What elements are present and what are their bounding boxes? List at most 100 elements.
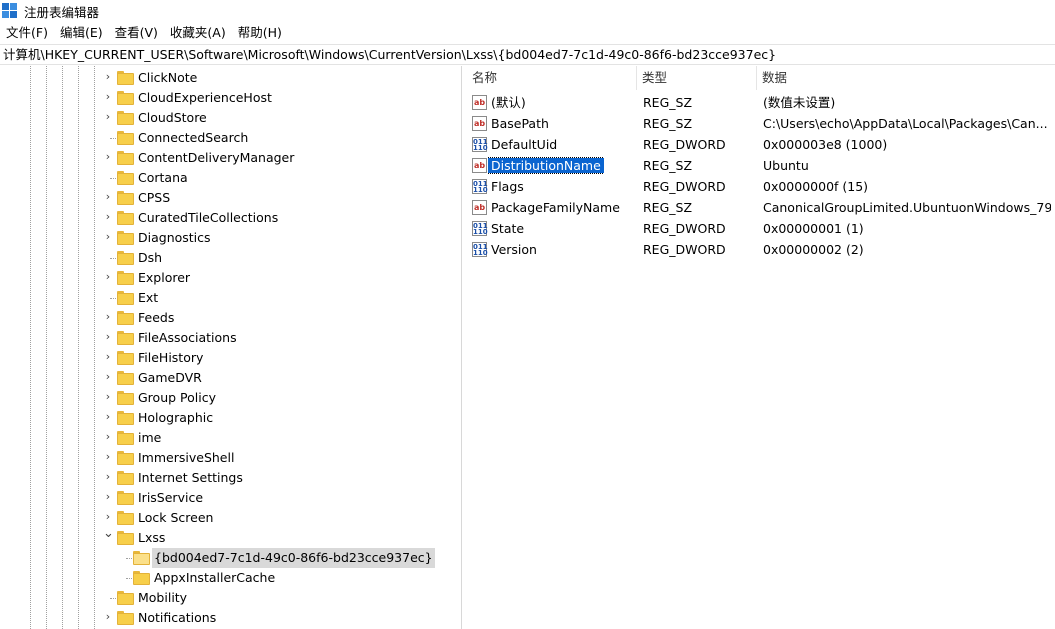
tree-item-label[interactable]: IrisService xyxy=(136,488,205,508)
tree-item-label[interactable]: Dsh xyxy=(136,248,164,268)
column-header-name[interactable]: 名称 xyxy=(466,66,497,90)
tree-item[interactable]: › FileAssociations xyxy=(0,328,460,348)
tree-item-label[interactable]: FileAssociations xyxy=(136,328,239,348)
chevron-right-icon[interactable]: › xyxy=(103,491,113,502)
tree-item[interactable]: › Lock Screen xyxy=(0,508,460,528)
chevron-right-icon[interactable]: › xyxy=(103,471,113,482)
tree-item[interactable]: › ClickNote xyxy=(0,68,460,88)
tree-item-label[interactable]: Group Policy xyxy=(136,388,218,408)
menu-favorites[interactable]: 收藏夹(A) xyxy=(164,23,232,43)
tree-item[interactable]: › CuratedTileCollections xyxy=(0,208,460,228)
tree-item-label[interactable]: Ext xyxy=(136,288,160,308)
tree-item-label[interactable]: GameDVR xyxy=(136,368,204,388)
tree-item-label[interactable]: Diagnostics xyxy=(136,228,213,248)
value-row[interactable]: ab (默认) REG_SZ (数值未设置) xyxy=(466,92,1055,113)
tree-item[interactable]: Ext xyxy=(0,288,460,308)
menu-file[interactable]: 文件(F) xyxy=(0,23,54,43)
tree-item-label[interactable]: ContentDeliveryManager xyxy=(136,148,296,168)
chevron-right-icon[interactable]: › xyxy=(103,511,113,522)
address-bar[interactable]: 计算机\HKEY_CURRENT_USER\Software\Microsoft… xyxy=(0,44,1055,65)
tree-item-label[interactable]: Lxss xyxy=(136,528,167,548)
registry-key-tree[interactable]: › ClickNote › CloudExperienceHost › CloudStor… xyxy=(0,66,462,629)
tree-item-label[interactable]: Internet Settings xyxy=(136,468,245,488)
chevron-right-icon[interactable]: › xyxy=(103,311,113,322)
value-name[interactable]: Version xyxy=(488,242,540,257)
tree-item[interactable]: › FileHistory xyxy=(0,348,460,368)
value-name[interactable]: State xyxy=(488,221,527,236)
chevron-right-icon[interactable]: › xyxy=(103,271,113,282)
tree-item-label[interactable]: Feeds xyxy=(136,308,176,328)
tree-item[interactable]: Mobility xyxy=(0,588,460,608)
chevron-right-icon[interactable]: › xyxy=(103,211,113,222)
tree-item[interactable]: › Explorer xyxy=(0,268,460,288)
chevron-right-icon[interactable]: › xyxy=(103,351,113,362)
chevron-right-icon[interactable]: › xyxy=(103,431,113,442)
tree-item[interactable]: Dsh xyxy=(0,248,460,268)
menu-help[interactable]: 帮助(H) xyxy=(232,23,288,43)
tree-item[interactable]: › ime xyxy=(0,428,460,448)
value-row[interactable]: 011 110 Version REG_DWORD 0x00000002 (2) xyxy=(466,239,1055,260)
menu-view[interactable]: 查看(V) xyxy=(109,23,164,43)
tree-item-label[interactable]: ImmersiveShell xyxy=(136,448,236,468)
chevron-right-icon[interactable]: › xyxy=(103,611,113,622)
tree-item-label[interactable]: FileHistory xyxy=(136,348,205,368)
chevron-right-icon[interactable]: › xyxy=(103,411,113,422)
tree-item[interactable]: Cortana xyxy=(0,168,460,188)
tree-item-label[interactable]: Cortana xyxy=(136,168,190,188)
tree-item-label[interactable]: Explorer xyxy=(136,268,192,288)
tree-item-label[interactable]: CPSS xyxy=(136,188,172,208)
column-header-type[interactable]: 类型 xyxy=(636,66,667,90)
tree-item[interactable]: › IrisService xyxy=(0,488,460,508)
menu-edit[interactable]: 编辑(E) xyxy=(54,23,109,43)
chevron-right-icon[interactable]: › xyxy=(103,111,113,122)
value-name[interactable]: Flags xyxy=(488,179,527,194)
tree-item[interactable]: › ContentDeliveryManager xyxy=(0,148,460,168)
value-name[interactable]: DistributionName xyxy=(488,157,604,174)
value-row[interactable]: 011 110 State REG_DWORD 0x00000001 (1) xyxy=(466,218,1055,239)
tree-item[interactable]: › Internet Settings xyxy=(0,468,460,488)
chevron-right-icon[interactable]: › xyxy=(103,451,113,462)
tree-item[interactable]: › ImmersiveShell xyxy=(0,448,460,468)
tree-item[interactable]: › CloudStore xyxy=(0,108,460,128)
value-name[interactable]: BasePath xyxy=(488,116,552,131)
value-name[interactable]: PackageFamilyName xyxy=(488,200,623,215)
tree-item[interactable]: › CloudExperienceHost xyxy=(0,88,460,108)
chevron-down-icon[interactable]: ⌄ xyxy=(103,527,114,540)
chevron-right-icon[interactable]: › xyxy=(103,71,113,82)
tree-item[interactable]: ⌄ Lxss xyxy=(0,527,460,548)
value-name[interactable]: (默认) xyxy=(488,95,529,110)
chevron-right-icon[interactable]: › xyxy=(103,91,113,102)
tree-item-label[interactable]: ClickNote xyxy=(136,68,199,88)
tree-item-label[interactable]: AppxInstallerCache xyxy=(152,568,277,588)
value-row[interactable]: ab DistributionName REG_SZ Ubuntu xyxy=(466,155,1055,176)
chevron-right-icon[interactable]: › xyxy=(103,191,113,202)
tree-item-label[interactable]: Notifications xyxy=(136,608,218,628)
chevron-right-icon[interactable]: › xyxy=(103,151,113,162)
value-row[interactable]: ab PackageFamilyName REG_SZ CanonicalGroupL… xyxy=(466,197,1055,218)
tree-item-label[interactable]: ConnectedSearch xyxy=(136,128,250,148)
tree-item-label[interactable]: Lock Screen xyxy=(136,508,215,528)
tree-item-label[interactable]: Holographic xyxy=(136,408,215,428)
tree-item[interactable]: › Diagnostics xyxy=(0,228,460,248)
chevron-right-icon[interactable]: › xyxy=(103,231,113,242)
tree-item-label[interactable]: CuratedTileCollections xyxy=(136,208,280,228)
tree-item-label[interactable]: CloudStore xyxy=(136,108,209,128)
value-row[interactable]: 011 110 DefaultUid REG_DWORD 0x000003e8 (10… xyxy=(466,134,1055,155)
chevron-right-icon[interactable]: › xyxy=(103,331,113,342)
tree-item[interactable]: › Feeds xyxy=(0,308,460,328)
tree-item[interactable]: AppxInstallerCache xyxy=(0,568,460,588)
values-pane[interactable]: 名称 类型 数据 ab (默认) REG_SZ (数值未设置) ab BasePath RE… xyxy=(466,66,1055,629)
tree-item-label[interactable]: CloudExperienceHost xyxy=(136,88,274,108)
tree-item[interactable]: › GameDVR xyxy=(0,368,460,388)
chevron-right-icon[interactable]: › xyxy=(103,371,113,382)
tree-item[interactable]: › CPSS xyxy=(0,188,460,208)
tree-item-label[interactable]: Mobility xyxy=(136,588,189,608)
tree-item[interactable]: › Group Policy xyxy=(0,388,460,408)
tree-item[interactable]: › Holographic xyxy=(0,408,460,428)
value-row[interactable]: ab BasePath REG_SZ C:\Users\echo\AppData\Lo… xyxy=(466,113,1055,134)
chevron-right-icon[interactable]: › xyxy=(103,391,113,402)
column-header-data[interactable]: 数据 xyxy=(756,66,787,90)
tree-item-label[interactable]: ime xyxy=(136,428,163,448)
value-name[interactable]: DefaultUid xyxy=(488,137,560,152)
tree-item-label[interactable]: {bd004ed7-7c1d-49c0-86f6-bd23cce937ec} xyxy=(152,548,435,568)
